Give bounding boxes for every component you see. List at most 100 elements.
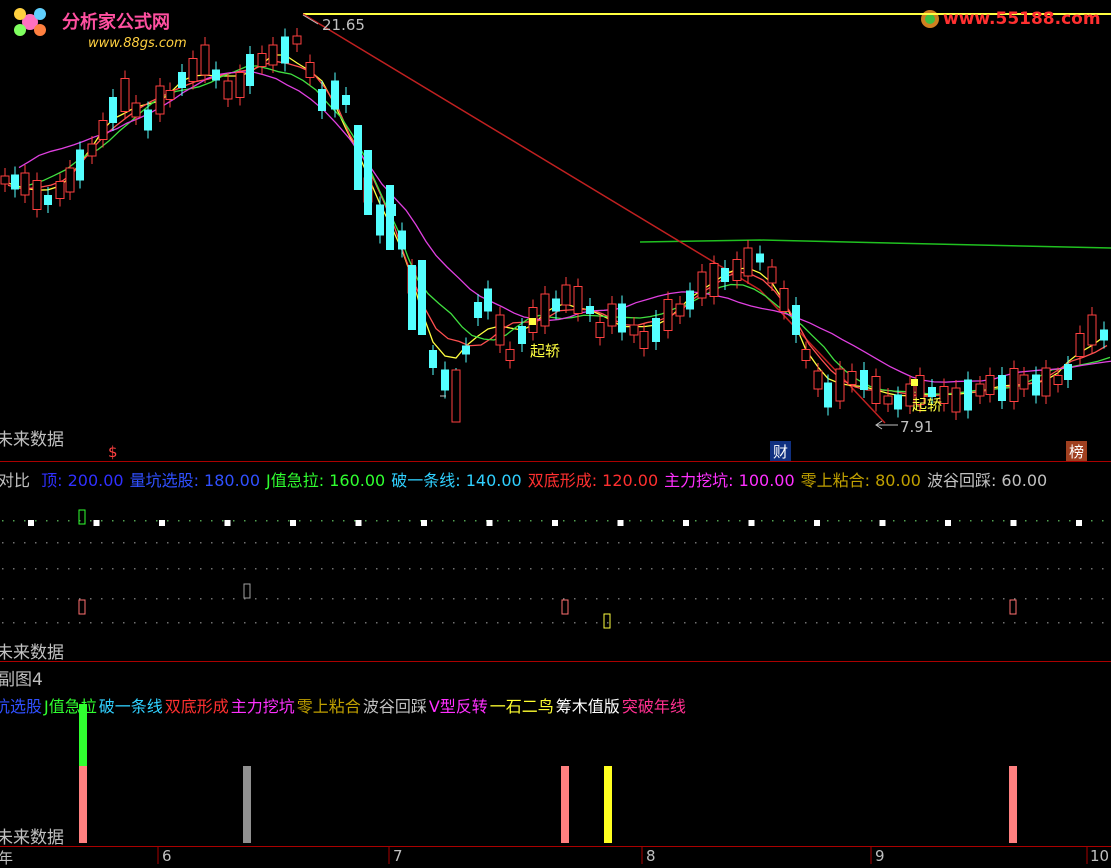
candlestick (607, 296, 617, 334)
event-marker-finance[interactable]: 财 (770, 441, 792, 462)
candlestick (87, 136, 97, 164)
candlestick (398, 222, 406, 258)
candlestick (376, 196, 384, 244)
signal-bar (604, 766, 612, 843)
candlestick (732, 251, 742, 289)
candlestick (629, 317, 639, 343)
xaxis-label-10: 10 (1090, 847, 1110, 865)
moving-average-line (10, 65, 1111, 395)
signal-bar (79, 704, 87, 766)
candlestick (618, 295, 626, 341)
signal-marker (911, 379, 918, 386)
one-stone-signal (603, 613, 611, 629)
candlestick (212, 61, 220, 89)
time-axis: 年 6 7 8 9 10 (0, 846, 1111, 867)
candlestick (200, 37, 210, 83)
signal-bar (79, 766, 87, 843)
top-signal-dot (224, 520, 231, 526)
candlestick (342, 87, 350, 113)
xaxis-label-year: 年 (0, 849, 14, 867)
low-price-label: 7.91 (900, 418, 934, 436)
valley-step-signal (243, 583, 251, 599)
candlestick (429, 350, 437, 368)
candlestick (586, 298, 594, 322)
candlestick (951, 380, 961, 420)
top-signal-dot (814, 520, 820, 526)
candlestick (552, 290, 560, 320)
candlestick (418, 260, 426, 335)
candlestick (246, 46, 254, 94)
watermark-url: www.88gs.com (88, 36, 187, 51)
candlestick (354, 125, 362, 190)
candlestick (595, 314, 605, 346)
candlestick (1100, 321, 1108, 349)
sub1-future-data-label: 未来数据 (0, 643, 64, 663)
candlestick (871, 368, 881, 412)
signal-bars (79, 704, 1017, 843)
event-marker-ranking[interactable]: 榜 (1066, 441, 1088, 462)
comparison-indicator-panel[interactable]: 对比 顶: 200.00 量坑选股: 180.00 J值急拉: 160.00 破一条线… (0, 462, 1111, 663)
moving-average-line (18, 71, 1111, 383)
xaxis-label-8: 8 (646, 847, 656, 865)
candlestick (561, 277, 571, 313)
candlestick (223, 73, 233, 107)
candlestick (98, 112, 108, 148)
top-signal-dot (159, 520, 165, 526)
candlestick (985, 367, 995, 403)
event-marker-dollar[interactable]: $ (108, 443, 118, 461)
candlestick (462, 337, 470, 363)
candlestick (860, 362, 868, 398)
candlestick (257, 45, 267, 75)
candlestick (792, 297, 800, 343)
candlestick (76, 141, 84, 189)
signal-bar (243, 766, 251, 843)
signal-bars-panel[interactable]: 副图4 坑选股 J值急拉 破一条线 双底形成 主力挖坑 零上粘合 波谷回踩 V型反转 一石二鸟筹… (0, 662, 1111, 848)
candlestick (883, 388, 893, 412)
signal-bar (1009, 766, 1017, 843)
candlestick (639, 323, 649, 357)
top-signal-dot (421, 520, 427, 526)
candlestick (540, 286, 550, 334)
candlestick (474, 294, 482, 326)
candlestick (11, 166, 19, 198)
signal-label-qijiao-2: 起轿 (912, 396, 943, 414)
candlestick (1087, 307, 1097, 353)
watermark-right-icon (921, 10, 939, 28)
candlestick (743, 240, 753, 284)
j-pull-signal (78, 509, 86, 525)
candlestick (801, 341, 811, 369)
candlestick (663, 291, 673, 339)
candlestick (109, 89, 117, 131)
top-signal-dot (617, 520, 624, 526)
candlestick (292, 28, 302, 52)
candlestick (451, 369, 461, 423)
xaxis-label-7: 7 (393, 847, 403, 865)
candlestick (65, 160, 75, 200)
watermark-title: 分析家公式网 (62, 12, 170, 33)
top-signal-dot (355, 520, 362, 526)
candlestick (495, 307, 505, 353)
watermark-right-url: www.55188.com (943, 9, 1101, 29)
candlestick (686, 282, 694, 318)
double-bottom-signal (78, 599, 86, 615)
high-arrow (302, 14, 319, 25)
watermark-logo (14, 8, 46, 36)
candlestick (281, 28, 289, 72)
candlestick (484, 280, 492, 320)
signal-dot-grid (2, 509, 1104, 629)
xaxis-label-6: 6 (162, 847, 172, 865)
top-signal-dot (683, 520, 689, 526)
candlestick (441, 361, 449, 399)
candlestick (44, 187, 52, 213)
candlestick (813, 363, 823, 397)
candlestick (155, 78, 165, 122)
candlestick (408, 265, 416, 330)
candlestick (964, 371, 972, 419)
candlestick-chart (0, 8, 1111, 430)
price-chart-panel[interactable]: 分析家公式网 www.88gs.com www.55188.com 21.65 … (0, 0, 1111, 462)
candlestick (824, 374, 832, 416)
candlestick (386, 185, 394, 250)
candlestick (756, 245, 764, 271)
candlestick (1032, 366, 1040, 404)
top-signal-dot (879, 520, 886, 526)
